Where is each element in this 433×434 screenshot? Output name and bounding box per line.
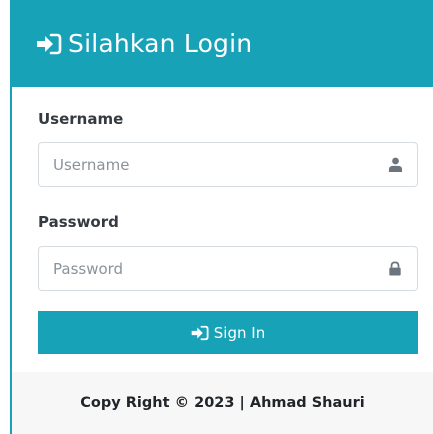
page-title: Silahkan Login xyxy=(68,29,253,58)
user-icon xyxy=(373,143,417,186)
lock-icon xyxy=(373,247,417,290)
password-input[interactable] xyxy=(39,247,373,290)
username-input-group xyxy=(38,142,418,187)
username-input[interactable] xyxy=(39,143,373,186)
copyright-text: Copy Right © 2023 | Ahmad Shauri xyxy=(80,395,365,411)
sign-in-label: Sign In xyxy=(213,323,266,342)
login-card: Silahkan Login Username Password Si xyxy=(10,0,433,434)
username-label: Username xyxy=(38,110,124,128)
sign-in-icon xyxy=(191,325,209,341)
card-header: Silahkan Login xyxy=(12,0,433,87)
card-footer: Copy Right © 2023 | Ahmad Shauri xyxy=(12,372,433,434)
sign-in-icon xyxy=(36,33,62,55)
password-label: Password xyxy=(38,213,119,231)
password-input-group xyxy=(38,246,418,291)
sign-in-button[interactable]: Sign In xyxy=(38,311,418,354)
